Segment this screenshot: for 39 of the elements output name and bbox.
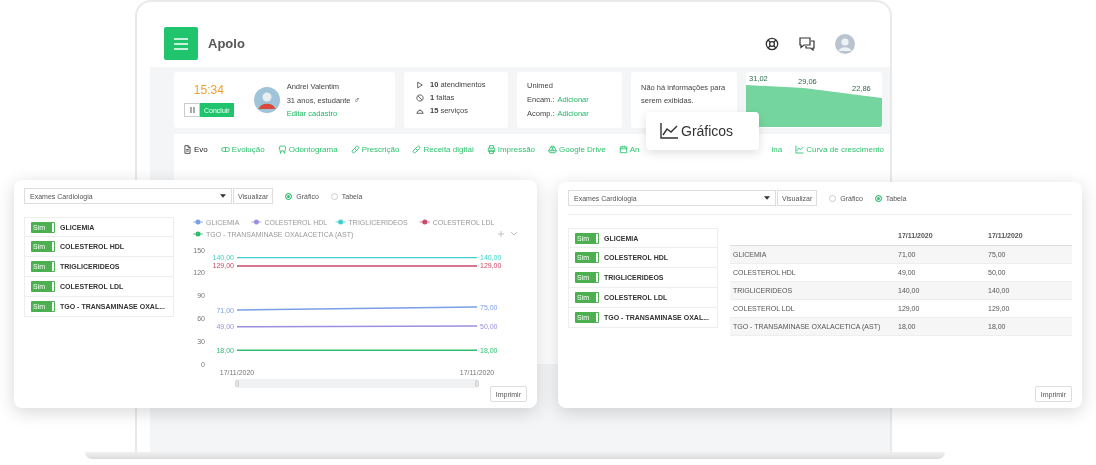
charts-popover[interactable]: Gráficos [646, 112, 759, 150]
chat-icon[interactable] [799, 36, 815, 51]
zoom-icon[interactable] [497, 230, 505, 238]
triangle-icon [548, 144, 558, 154]
chart-icon [795, 144, 805, 154]
user-avatar[interactable] [835, 33, 855, 54]
calendar-icon [618, 144, 628, 154]
range-slider[interactable] [235, 379, 479, 388]
patient-avatar [253, 87, 280, 113]
tab[interactable]: Prescrição [350, 144, 400, 154]
document-icon [183, 144, 192, 154]
printer-icon [486, 144, 496, 154]
tab[interactable]: Receita digital [412, 144, 474, 154]
tab[interactable]: Impressão [486, 144, 536, 154]
pause-icon [189, 107, 195, 113]
timer-text: 15:34 [193, 83, 224, 97]
menu-icon [174, 37, 188, 50]
pill-icon [412, 144, 422, 154]
capsule-icon [220, 144, 230, 154]
app-title: Apolo [208, 36, 245, 51]
radio-button[interactable] [874, 194, 882, 202]
cloche-icon [416, 106, 424, 115]
tab[interactable]: Evo [183, 144, 208, 154]
caret-icon [220, 194, 226, 198]
pill-icon [350, 144, 360, 154]
tooth-icon [277, 144, 287, 154]
prohibited-icon [416, 93, 424, 102]
menu-button[interactable] [164, 27, 198, 60]
tab[interactable]: Evolução [220, 144, 265, 154]
caret-icon [764, 196, 770, 200]
play-icon [416, 80, 424, 89]
restore-icon[interactable] [510, 231, 518, 236]
tab[interactable]: Odontograma [277, 144, 338, 154]
gender-symbol: ♂ [353, 95, 361, 105]
pause-button[interactable] [184, 103, 200, 117]
chart-icon [660, 123, 678, 139]
tab[interactable]: Google Drive [548, 144, 606, 154]
lifebuoy-icon[interactable] [765, 36, 779, 51]
tab[interactable]: Curva de crescimento [795, 144, 885, 154]
